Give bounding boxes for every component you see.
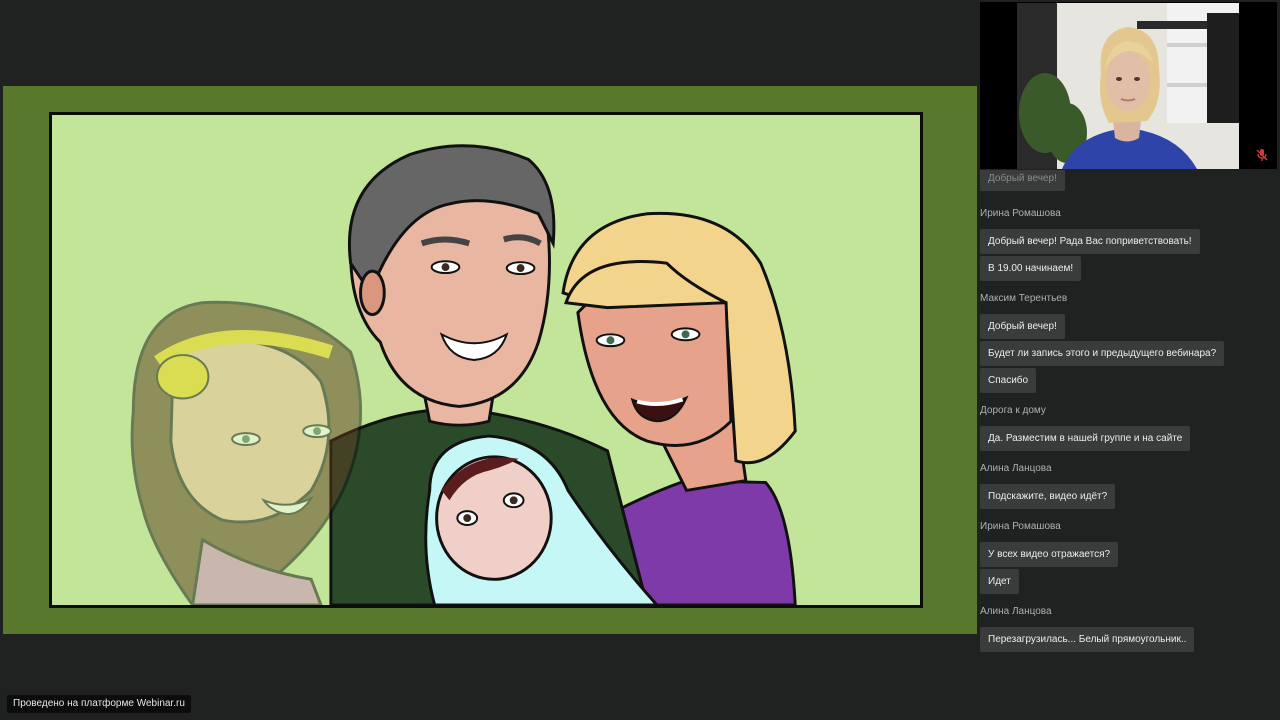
mic-muted-icon[interactable] <box>1255 148 1269 162</box>
chat-group-1: Ирина Ромашова Добрый вечер! Рада Вас по… <box>980 207 1276 281</box>
chat-author: Ирина Ромашова <box>980 521 1061 532</box>
chat-message-bubble: Перезагрузилась... Белый прямоугольник.. <box>980 627 1195 652</box>
chat-message-bubble: Добрый вечер! Рада Вас поприветствовать! <box>980 229 1200 254</box>
chat-message-bubble: У всех видео отражается? <box>980 542 1119 567</box>
chat-message-bubble: Спасибо <box>980 368 1037 393</box>
chat-message-bubble: Добрый вечер! <box>980 170 1065 191</box>
chat-author: Ирина Ромашова <box>980 208 1061 219</box>
chat-message-bubble: Будет ли запись этого и предыдущего веби… <box>980 341 1225 366</box>
chat-group-4: Алина Ланцова Подскажите, видео идёт? <box>980 462 1276 509</box>
presenter-video-frame <box>1017 3 1239 169</box>
chat-group-3: Дорога к дому Да. Разместим в нашей груп… <box>980 404 1276 451</box>
chat-panel[interactable]: Добрый вечер! Ирина Ромашова Добрый вече… <box>980 170 1276 680</box>
chat-author: Алина Ланцова <box>980 463 1052 474</box>
chat-group-6: Алина Ланцова Перезагрузилась... Белый п… <box>980 605 1276 652</box>
chat-message-list[interactable]: Добрый вечер! Ирина Ромашова Добрый вече… <box>980 170 1276 652</box>
chat-group-5: Ирина Ромашова У всех видео отражается? … <box>980 520 1276 594</box>
chat-message-bubble: Добрый вечер! <box>980 314 1065 339</box>
slide-image-family-illustration <box>49 112 923 608</box>
presentation-stage <box>3 86 977 634</box>
chat-message-bubble: В 19.00 начинаем! <box>980 256 1082 281</box>
chat-author: Максим Терентьев <box>980 293 1068 304</box>
chat-message-bubble: Подскажите, видео идёт? <box>980 484 1116 509</box>
chat-message-partial: Добрый вечер! <box>980 170 1276 196</box>
chat-message-bubble: Идет <box>980 569 1019 594</box>
presenter-video-image <box>1017 3 1239 169</box>
family-illustration <box>130 144 797 605</box>
presenter-webcam <box>980 2 1277 169</box>
chat-message-bubble: Да. Разместим в нашей группе и на сайте <box>980 426 1191 451</box>
chat-author: Алина Ланцова <box>980 606 1052 617</box>
chat-group-2: Максим Терентьев Добрый вечер! Будет ли … <box>980 292 1276 393</box>
chat-author: Дорога к дому <box>980 405 1046 416</box>
platform-brand-link[interactable]: Проведено на платформе Webinar.ru <box>7 695 191 713</box>
